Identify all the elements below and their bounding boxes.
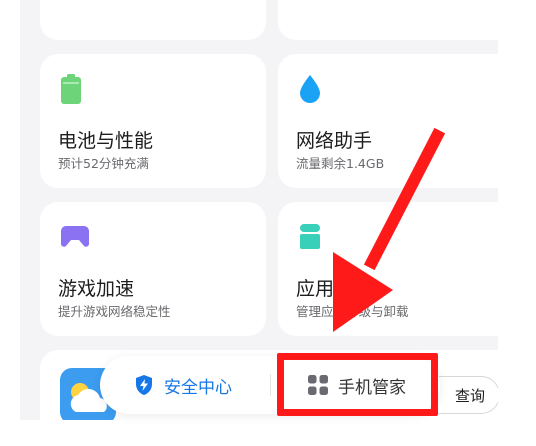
annotation-arrow-icon bbox=[333, 127, 446, 332]
